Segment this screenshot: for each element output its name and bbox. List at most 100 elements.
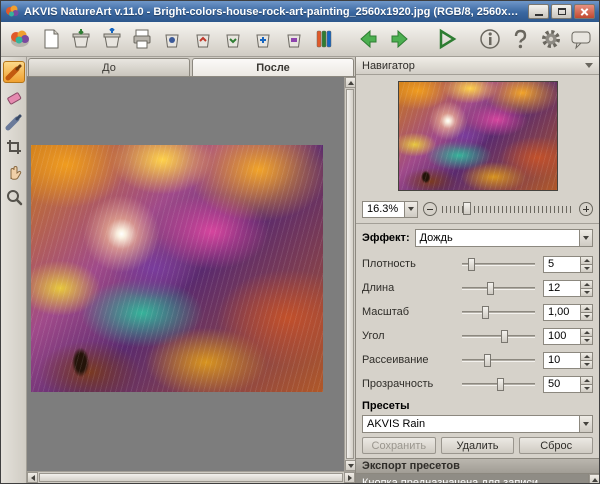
zoom-dropdown-button[interactable] [404,200,418,218]
presets-section: Пресеты AKVIS Rain Сохранить Удалить Сбр… [356,396,599,458]
spin-up-button[interactable] [580,327,593,337]
spin-down-button[interactable] [580,336,593,345]
preset-dropdown-button[interactable] [579,415,593,433]
spin-up-button[interactable] [580,255,593,265]
spin-down-button[interactable] [580,288,593,297]
vertical-scrollbar[interactable] [344,77,356,471]
canvas[interactable] [27,77,344,471]
spin-buttons [580,279,593,297]
zoom-combo[interactable]: 16.3% [362,200,418,218]
zoom-slider-handle[interactable] [463,202,472,215]
crop-tool[interactable] [3,136,25,158]
spin-up-button[interactable] [580,375,593,385]
eraser-tool[interactable] [3,86,25,108]
navigator-header[interactable]: Навигатор [356,57,599,75]
feedback-button[interactable] [569,26,593,53]
export-presets-button[interactable] [251,26,275,53]
param-value[interactable]: 100 [543,327,580,345]
zoom-tool[interactable] [3,186,25,208]
preset-select[interactable]: AKVIS Rain [362,415,593,433]
vscroll-thumb[interactable] [346,89,354,459]
zoom-slider[interactable] [442,202,574,215]
redo-button[interactable] [387,26,413,53]
akvis-logo-button[interactable] [7,26,33,53]
spin-down-button[interactable] [580,384,593,393]
minimize-button[interactable] [528,4,549,19]
spin-up-button[interactable] [580,303,593,313]
hscroll-thumb[interactable] [39,473,343,482]
help-button[interactable] [508,26,532,53]
tab-after[interactable]: После [192,58,354,76]
param-value[interactable]: 5 [543,255,580,273]
hand-tool[interactable] [3,161,25,183]
zoom-in-button[interactable] [579,202,593,216]
slider-handle[interactable] [501,329,509,343]
length-spinbox[interactable]: 12 [543,279,593,297]
param-label: Масштаб [362,306,410,318]
preset-value[interactable]: AKVIS Rain [362,415,579,433]
preferences-button[interactable] [538,26,562,53]
angle-slider[interactable] [462,329,535,344]
spin-up-button[interactable] [580,351,593,361]
zoom-out-button[interactable] [423,202,437,216]
slider-handle[interactable] [483,353,491,367]
slider-handle[interactable] [486,281,494,295]
share-button[interactable] [191,26,215,53]
preview-image[interactable] [31,145,323,392]
hint-scrollbar[interactable] [588,474,599,483]
spin-down-button[interactable] [580,312,593,321]
delete-preset-button[interactable]: Удалить [440,437,515,454]
info-button[interactable] [478,26,502,53]
spin-down-button[interactable] [580,360,593,369]
angle-spinbox[interactable]: 100 [543,327,593,345]
scale-slider[interactable] [462,305,535,320]
horizontal-scrollbar[interactable] [27,471,355,483]
zoom-value[interactable]: 16.3% [362,200,404,218]
maximize-button[interactable] [551,4,572,19]
tab-before[interactable]: До [28,58,190,76]
save-preset-button[interactable]: Сохранить [362,437,436,454]
effect-value[interactable]: Дождь [414,229,579,247]
scatter-slider[interactable] [462,353,535,368]
new-button[interactable] [39,26,63,53]
spin-down-button[interactable] [580,264,593,273]
length-slider[interactable] [462,281,535,296]
open-button[interactable] [69,26,93,53]
param-value[interactable]: 10 [543,351,580,369]
titlebar[interactable]: AKVIS NatureArt v.11.0 - Bright-colors-h… [1,1,599,22]
density-slider[interactable] [462,257,535,272]
scale-spinbox[interactable]: 1,00 [543,303,593,321]
scroll-up-button[interactable] [589,474,599,483]
publish-button[interactable] [160,26,184,53]
print-button[interactable] [130,26,154,53]
density-spinbox[interactable]: 5 [543,255,593,273]
undo-button[interactable] [355,26,381,53]
opacity-slider[interactable] [462,377,535,392]
run-button[interactable] [433,26,459,53]
scatter-spinbox[interactable]: 10 [543,351,593,369]
effect-select[interactable]: Дождь [414,229,593,247]
export-presets-header[interactable]: Экспорт пресетов [356,458,599,474]
collapse-triangle-icon[interactable] [585,63,593,68]
spin-up-button[interactable] [580,279,593,289]
scroll-left-button[interactable] [27,472,38,483]
slider-handle[interactable] [467,257,475,271]
effect-brush-tool[interactable] [2,61,25,83]
import-presets-button[interactable] [221,26,245,53]
param-value[interactable]: 50 [543,375,580,393]
batch-button[interactable] [282,26,306,53]
reset-preset-button[interactable]: Сброс [519,437,594,454]
param-value[interactable]: 12 [543,279,580,297]
palette-button[interactable] [312,26,336,53]
param-value[interactable]: 1,00 [543,303,580,321]
close-button[interactable] [574,4,595,19]
slider-handle[interactable] [497,377,505,391]
effect-dropdown-button[interactable] [579,229,593,247]
save-button[interactable] [100,26,124,53]
scroll-right-button[interactable] [344,472,355,483]
slider-handle[interactable] [482,305,490,319]
navigator-thumbnail[interactable] [397,81,558,191]
minimize-icon [534,13,543,16]
opacity-spinbox[interactable]: 50 [543,375,593,393]
history-brush-tool[interactable] [3,111,25,133]
